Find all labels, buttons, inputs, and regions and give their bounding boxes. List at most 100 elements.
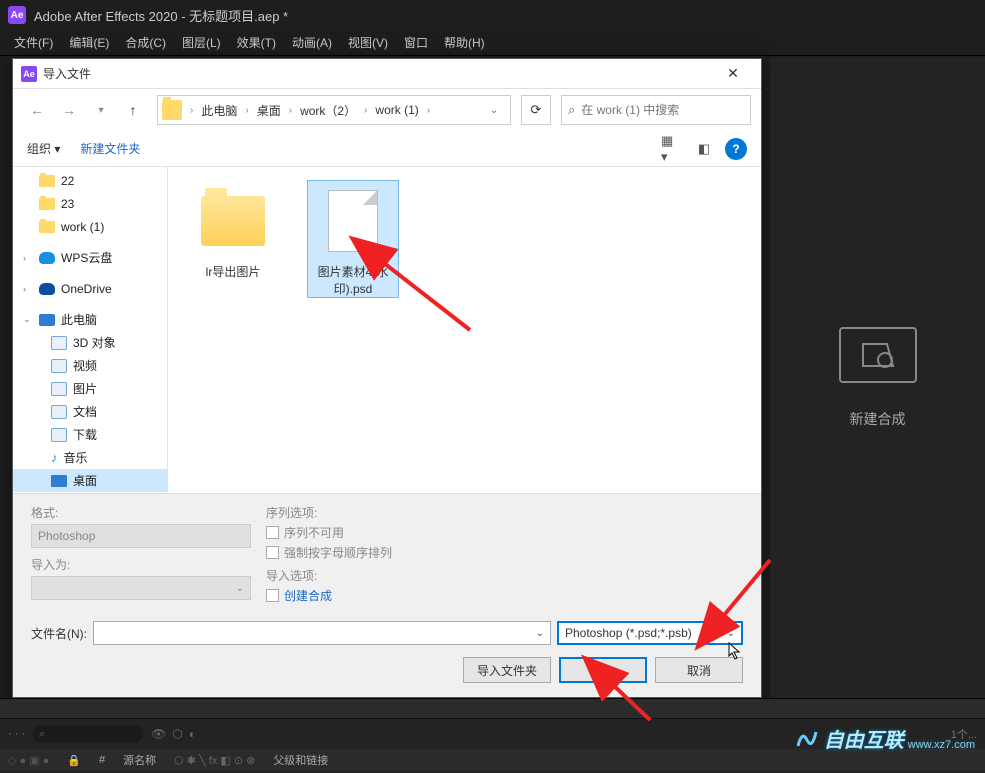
file-icon bbox=[328, 190, 378, 252]
sidebar-item-documents[interactable]: 文档 bbox=[13, 400, 167, 423]
menu-effect[interactable]: 效果(T) bbox=[229, 30, 284, 55]
help-button[interactable]: ? bbox=[725, 138, 747, 160]
sidebar-item-work1[interactable]: work (1) bbox=[13, 215, 167, 238]
sidebar-item-label: 3D 对象 bbox=[73, 334, 116, 351]
composition-panel: 新建合成 bbox=[770, 58, 985, 698]
seq-label: 序列选项: bbox=[266, 504, 743, 521]
force-alpha-label: 强制按字母顺序排列 bbox=[284, 544, 392, 561]
timeline-ruler[interactable] bbox=[0, 699, 985, 719]
new-folder-button[interactable]: 新建文件夹 bbox=[80, 140, 140, 157]
sidebar-item-wpscloud[interactable]: › WPS云盘 bbox=[13, 246, 167, 269]
cancel-button[interactable]: 取消 bbox=[655, 657, 743, 683]
sidebar-item-23[interactable]: 23 bbox=[13, 192, 167, 215]
sidebar-item-22[interactable]: 22 bbox=[13, 169, 167, 192]
nav-back-button[interactable]: ← bbox=[23, 96, 51, 124]
menu-view[interactable]: 视图(V) bbox=[340, 30, 396, 55]
sidebar-item-music[interactable]: ♪音乐 bbox=[13, 446, 167, 469]
chevron-down-icon: ⌄ bbox=[536, 628, 544, 639]
menu-help[interactable]: 帮助(H) bbox=[436, 30, 493, 55]
menu-window[interactable]: 窗口 bbox=[396, 30, 436, 55]
create-comp-row[interactable]: 创建合成 bbox=[266, 587, 743, 604]
menu-composition[interactable]: 合成(C) bbox=[117, 30, 174, 55]
fx-icon[interactable]: ⬡ bbox=[172, 727, 182, 741]
sidebar-item-label: 音乐 bbox=[64, 449, 88, 466]
search-input[interactable] bbox=[581, 103, 744, 117]
sidebar-item-diskc[interactable]: ›本地磁盘 (C:) bbox=[13, 492, 167, 493]
sidebar-item-videos[interactable]: 视频 bbox=[13, 354, 167, 377]
chevron-down-icon: ⌄ bbox=[236, 583, 244, 594]
filename-combo[interactable]: ⌄ bbox=[93, 621, 551, 645]
file-item-psd[interactable]: 图片素材4(水印).psd bbox=[308, 181, 398, 297]
file-item-folder[interactable]: lr导出图片 bbox=[188, 181, 278, 280]
nav-row: ← → ▾ ↑ › 此电脑 › 桌面 › work（2） › work (1) … bbox=[13, 89, 761, 131]
dialog-app-icon: Ae bbox=[21, 66, 37, 82]
sidebar-item-pictures[interactable]: 图片 bbox=[13, 377, 167, 400]
create-comp-label: 创建合成 bbox=[284, 587, 332, 604]
menu-file[interactable]: 文件(F) bbox=[6, 30, 61, 55]
sidebar-item-label: OneDrive bbox=[61, 282, 112, 296]
breadcrumb-dropdown[interactable]: ⌄ bbox=[482, 105, 506, 116]
dialog-title: 导入文件 bbox=[43, 65, 713, 82]
organize-dropdown[interactable]: 组织 ▾ bbox=[27, 140, 60, 157]
importas-select[interactable]: ⌄ bbox=[31, 576, 251, 600]
filter-combo[interactable]: Photoshop (*.psd;*.psb)⌄ bbox=[557, 621, 743, 645]
3d-icon bbox=[51, 336, 67, 350]
sidebar-item-label: 此电脑 bbox=[61, 311, 97, 328]
app-title: Adobe After Effects 2020 - 无标题项目.aep * bbox=[34, 6, 288, 25]
motion-blur-icon[interactable]: ◐ bbox=[189, 727, 196, 741]
app-menubar: 文件(F) 编辑(E) 合成(C) 图层(L) 效果(T) 动画(A) 视图(V… bbox=[0, 30, 985, 56]
parent-link-header[interactable]: 父级和链接 bbox=[273, 752, 328, 768]
checkbox[interactable] bbox=[266, 589, 279, 602]
sidebar-item-3dobjects[interactable]: 3D 对象 bbox=[13, 331, 167, 354]
folder-icon bbox=[39, 221, 55, 233]
file-label: lr导出图片 bbox=[188, 263, 278, 280]
pc-icon bbox=[39, 314, 55, 326]
menu-edit[interactable]: 编辑(E) bbox=[61, 30, 117, 55]
menu-layer[interactable]: 图层(L) bbox=[174, 30, 229, 55]
file-area[interactable]: lr导出图片 图片素材4(水印).psd bbox=[168, 167, 761, 493]
chevron-right-icon: › bbox=[23, 253, 26, 263]
timeline-headers: ◇ ● ▣ ● 🔒 # 源名称 ⬡ ✱ ╲ fx ◧ ⊙ ⊗ 父级和链接 bbox=[0, 749, 985, 771]
import-folder-button[interactable]: 导入文件夹 bbox=[463, 657, 551, 683]
nav-recent-button[interactable]: ▾ bbox=[87, 96, 115, 124]
sidebar-item-label: WPS云盘 bbox=[61, 249, 112, 266]
import-button[interactable]: 导入 bbox=[559, 657, 647, 683]
seq-unavailable-row: 序列不可用 bbox=[266, 524, 743, 541]
view-mode-button[interactable]: ▦ ▾ bbox=[661, 138, 683, 160]
source-name-header[interactable]: 源名称 bbox=[123, 752, 156, 768]
app-icon: Ae bbox=[8, 6, 26, 24]
close-button[interactable]: ✕ bbox=[713, 60, 753, 88]
sidebar-item-label: 图片 bbox=[73, 380, 97, 397]
new-comp-icon[interactable] bbox=[839, 327, 917, 383]
import-opts-label: 导入选项: bbox=[266, 567, 743, 584]
nav-up-button[interactable]: ↑ bbox=[119, 96, 147, 124]
sidebar-item-label: work (1) bbox=[61, 220, 104, 234]
bc-work2[interactable]: work（2） bbox=[296, 100, 360, 121]
sidebar-item-thispc[interactable]: ⌄ 此电脑 bbox=[13, 308, 167, 331]
sidebar-item-onedrive[interactable]: ›OneDrive bbox=[13, 277, 167, 300]
sidebar-item-desktop[interactable]: 桌面 bbox=[13, 469, 167, 492]
chevron-down-icon: ⌄ bbox=[727, 628, 735, 639]
menu-animation[interactable]: 动画(A) bbox=[284, 30, 340, 55]
new-comp-label[interactable]: 新建合成 bbox=[850, 409, 906, 429]
chevron-down-icon: ⌄ bbox=[23, 314, 31, 325]
bc-desktop[interactable]: 桌面 bbox=[253, 100, 285, 121]
timeline-toolbar: · · · ⌕ 👁 ⬡ ◐ 1个... bbox=[0, 719, 985, 749]
sidebar-item-label: 22 bbox=[61, 174, 74, 188]
refresh-button[interactable]: ⟳ bbox=[521, 95, 551, 125]
bc-work1[interactable]: work (1) bbox=[371, 101, 422, 119]
folder-icon bbox=[162, 100, 182, 120]
timeline-panel: · · · ⌕ 👁 ⬡ ◐ 1个... ◇ ● ▣ ● 🔒 # 源名称 ⬡ ✱ … bbox=[0, 698, 985, 773]
sidebar-item-downloads[interactable]: 下载 bbox=[13, 423, 167, 446]
bc-this-pc[interactable]: 此电脑 bbox=[197, 100, 241, 121]
checkbox bbox=[266, 546, 279, 559]
breadcrumb[interactable]: › 此电脑 › 桌面 › work（2） › work (1) › ⌄ bbox=[157, 95, 511, 125]
search-box[interactable]: ⌕ bbox=[561, 95, 751, 125]
preview-pane-button[interactable]: ◧ bbox=[693, 138, 715, 160]
button-row: 导入文件夹 导入 取消 bbox=[31, 657, 743, 683]
shy-icon[interactable]: 👁 bbox=[151, 727, 166, 741]
timeline-search[interactable]: ⌕ bbox=[33, 725, 143, 743]
documents-icon bbox=[51, 405, 67, 419]
timecode[interactable]: · · · bbox=[8, 728, 25, 740]
import-dialog: Ae 导入文件 ✕ ← → ▾ ↑ › 此电脑 › 桌面 › work（2） ›… bbox=[12, 58, 762, 698]
